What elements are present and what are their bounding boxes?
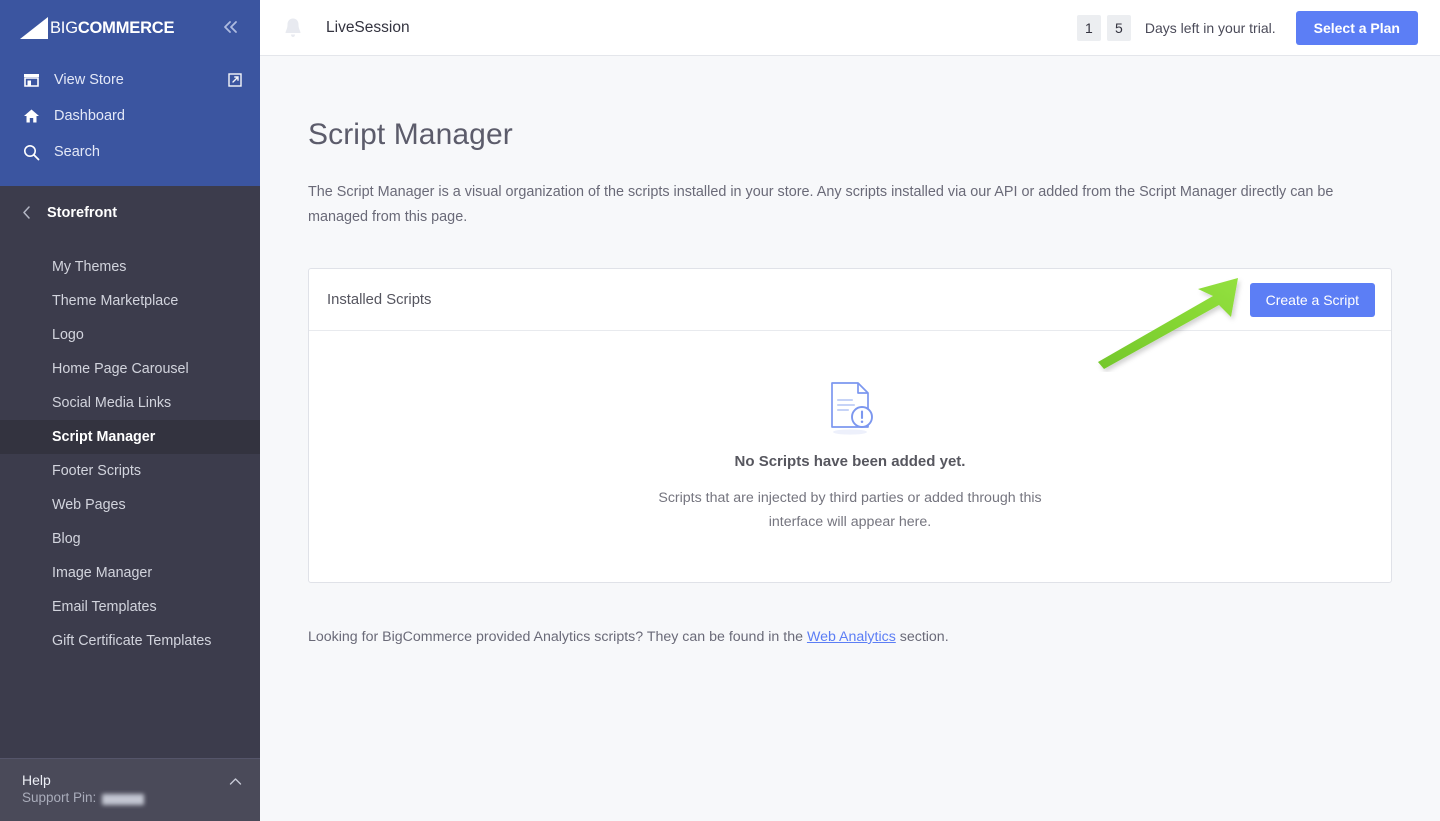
installed-scripts-card: Installed Scripts Create a Script: [308, 268, 1392, 583]
sidebar-help-panel[interactable]: Help Support Pin:: [0, 758, 260, 821]
logo-text-light: BIG: [50, 19, 78, 37]
sidebar-item-home-page-carousel[interactable]: Home Page Carousel: [0, 352, 260, 386]
sidebar-nav-section: Storefront My Themes Theme Marketplace L…: [0, 186, 260, 758]
card-title: Installed Scripts: [327, 292, 431, 308]
card-header: Installed Scripts Create a Script: [309, 269, 1391, 331]
trial-digit: 5: [1107, 15, 1131, 41]
document-alert-icon: [818, 375, 882, 439]
empty-state-subtitle: Scripts that are injected by third parti…: [650, 486, 1050, 534]
trial-days-counter: 1 5: [1077, 15, 1131, 41]
page-title: Script Manager: [308, 118, 1392, 152]
trial-text: Days left in your trial.: [1145, 20, 1276, 36]
external-link-icon: [228, 73, 242, 87]
sidebar-item-search[interactable]: Search: [0, 134, 260, 170]
store-icon: [22, 71, 40, 89]
web-analytics-link[interactable]: Web Analytics: [807, 629, 896, 645]
sidebar-brand: BIGCOMMERCE: [0, 0, 260, 56]
select-a-plan-button[interactable]: Select a Plan: [1296, 11, 1418, 45]
topbar: LiveSession 1 5 Days left in your trial.…: [260, 0, 1440, 56]
sidebar-section-title: Storefront: [47, 205, 117, 221]
chevron-left-icon[interactable]: [22, 206, 31, 221]
app-root: BIGCOMMERCE: [0, 0, 1440, 821]
sidebar-item-blog[interactable]: Blog: [0, 522, 260, 556]
analytics-footnote: Looking for BigCommerce provided Analyti…: [308, 629, 1392, 645]
chevron-up-icon[interactable]: [229, 771, 242, 789]
create-a-script-button[interactable]: Create a Script: [1250, 283, 1375, 317]
sidebar-item-image-manager[interactable]: Image Manager: [0, 556, 260, 590]
help-title: Help: [22, 771, 144, 789]
sidebar-item-label: View Store: [54, 72, 214, 88]
footnote-text-before: Looking for BigCommerce provided Analyti…: [308, 629, 807, 645]
sidebar-item-footer-scripts[interactable]: Footer Scripts: [0, 454, 260, 488]
support-pin: Support Pin:: [22, 789, 144, 807]
sidebar-nav-list: My Themes Theme Marketplace Logo Home Pa…: [0, 240, 260, 658]
sidebar-item-label: Search: [54, 144, 242, 160]
sidebar-item-social-media-links[interactable]: Social Media Links: [0, 386, 260, 420]
page-content: Script Manager The Script Manager is a v…: [260, 56, 1440, 821]
sidebar-item-script-manager[interactable]: Script Manager: [0, 420, 260, 454]
home-icon: [22, 107, 40, 125]
topbar-right: 1 5 Days left in your trial. Select a Pl…: [1077, 11, 1418, 45]
sidebar-top-section: BIGCOMMERCE: [0, 0, 260, 186]
bigcommerce-logo[interactable]: BIGCOMMERCE: [18, 15, 174, 41]
logo-text-bold: COMMERCE: [78, 19, 174, 37]
sidebar-item-web-pages[interactable]: Web Pages: [0, 488, 260, 522]
support-pin-value-redacted: [102, 794, 144, 805]
sidebar-item-theme-marketplace[interactable]: Theme Marketplace: [0, 284, 260, 318]
sidebar-item-view-store[interactable]: View Store: [0, 62, 260, 98]
footnote-text-after: section.: [896, 629, 949, 645]
sidebar-item-dashboard[interactable]: Dashboard: [0, 98, 260, 134]
sidebar-item-gift-certificate-templates[interactable]: Gift Certificate Templates: [0, 624, 260, 658]
topbar-left: LiveSession: [282, 16, 410, 40]
search-icon: [22, 143, 40, 161]
bigcommerce-logo-icon: [18, 15, 50, 41]
bell-icon: [282, 16, 304, 40]
sidebar-item-email-templates[interactable]: Email Templates: [0, 590, 260, 624]
trial-digit: 1: [1077, 15, 1101, 41]
page-description: The Script Manager is a visual organizat…: [308, 180, 1392, 230]
empty-state-title: No Scripts have been added yet.: [329, 453, 1371, 470]
double-chevron-left-icon[interactable]: [220, 16, 242, 41]
empty-state: No Scripts have been added yet. Scripts …: [309, 331, 1391, 582]
sidebar-quick-links: View Store Dashboard: [0, 56, 260, 186]
support-pin-label: Support Pin:: [22, 789, 96, 807]
main-area: LiveSession 1 5 Days left in your trial.…: [260, 0, 1440, 821]
help-text-group: Help Support Pin:: [22, 771, 144, 807]
sidebar-item-my-themes[interactable]: My Themes: [0, 250, 260, 284]
sidebar-item-logo[interactable]: Logo: [0, 318, 260, 352]
sidebar: BIGCOMMERCE: [0, 0, 260, 821]
sidebar-section-header[interactable]: Storefront: [0, 186, 260, 240]
sidebar-item-label: Dashboard: [54, 108, 242, 124]
app-name: LiveSession: [326, 19, 410, 37]
